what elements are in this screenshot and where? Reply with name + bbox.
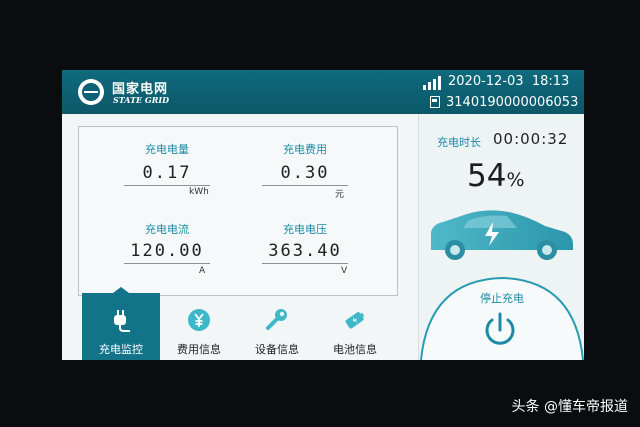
metric-unit: kWh — [189, 187, 209, 197]
menu-fee-info[interactable]: 费用信息 — [160, 293, 238, 360]
metric-value: 0.17 — [142, 163, 192, 183]
monitor-panel: 充电电量 0.17 kWh 充电费用 0.30 元 充电电流 120.00 A — [62, 114, 418, 360]
menu-charging-monitor[interactable]: 充电监控 — [82, 287, 160, 360]
signal-strength-icon — [423, 76, 443, 90]
menu-label: 费用信息 — [177, 343, 221, 356]
charging-duration: 00:00:32 — [493, 130, 569, 148]
metric-value: 0.30 — [280, 163, 330, 183]
metric-unit: V — [341, 266, 348, 276]
menu-label: 充电监控 — [99, 343, 143, 356]
bottom-menu: 充电监控 费用信息 设备信息 电池信息 — [62, 287, 418, 360]
menu-battery-info[interactable]: 电池信息 — [316, 293, 394, 360]
charging-duration-label: 充电时长 — [437, 136, 481, 149]
metric-label: 充电电流 — [145, 223, 189, 236]
charge-percent: 54% — [467, 158, 525, 194]
yuan-coin-icon — [188, 309, 210, 331]
charger-device-icon — [430, 96, 440, 108]
menu-label: 设备信息 — [255, 343, 299, 356]
metric-label: 充电电量 — [145, 143, 189, 156]
charging-status-panel: 充电时长 00:00:32 54% 停止充电 — [418, 114, 584, 360]
watermark: 头条 @懂车帝报道 — [511, 399, 628, 415]
battery-icon — [345, 312, 365, 329]
brand-en: STATE GRID — [113, 95, 170, 105]
menu-label: 电池信息 — [333, 343, 377, 356]
metric-unit: 元 — [335, 190, 345, 200]
stop-charging-label: 停止充电 — [480, 292, 524, 305]
metric-label: 充电电压 — [283, 223, 327, 236]
menu-device-info[interactable]: 设备信息 — [238, 293, 316, 360]
metric-label: 充电费用 — [283, 143, 327, 156]
metric-value: 363.40 — [268, 241, 342, 261]
metrics-box: 充电电量 0.17 kWh 充电费用 0.30 元 充电电流 120.00 A — [78, 126, 398, 296]
wrench-icon — [266, 309, 287, 330]
car-charging-icon — [431, 210, 573, 260]
stop-charging-area: 停止充电 — [419, 274, 584, 360]
metric-value: 120.00 — [130, 241, 204, 261]
power-button-icon[interactable] — [480, 310, 520, 350]
charger-screen: 国家电网 STATE GRID 2020-12-03 18:13 3140190… — [62, 70, 584, 360]
state-grid-logo-icon — [78, 79, 104, 105]
metric-unit: A — [199, 266, 206, 276]
plug-icon — [114, 310, 130, 332]
datetime: 2020-12-03 18:13 — [448, 74, 570, 89]
device-id: 3140190000006053 — [446, 95, 579, 110]
header-bar: 国家电网 STATE GRID 2020-12-03 18:13 3140190… — [62, 70, 584, 114]
